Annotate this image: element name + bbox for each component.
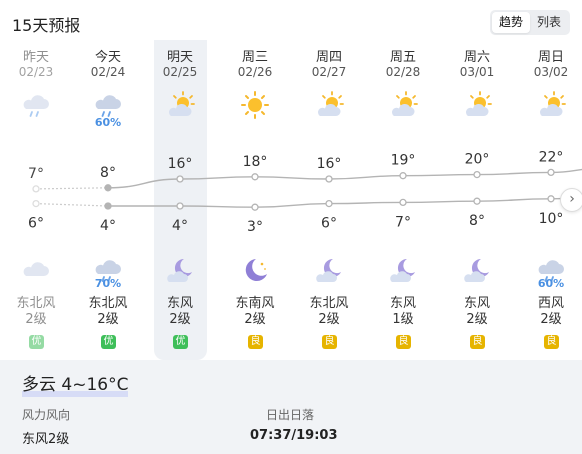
- past-low-line: [35, 203, 109, 207]
- past-high-line: [35, 187, 109, 190]
- sunrise-sunset-label: 日出日落: [266, 408, 315, 422]
- condition-summary: 多云 4~16°C: [22, 370, 129, 397]
- low-temp-label: 6°: [321, 216, 337, 232]
- high-temp-label: 16°: [168, 156, 193, 172]
- low-temp-label: 6°: [28, 216, 44, 232]
- high-temp-point: [399, 172, 407, 180]
- low-temp-label: 8°: [469, 213, 485, 229]
- low-temp-point: [32, 199, 40, 208]
- tab-trend[interactable]: 趋势: [492, 12, 530, 33]
- scroll-right-button[interactable]: ›: [560, 188, 582, 212]
- high-temp-point: [32, 185, 40, 193]
- low-temp-point: [104, 202, 112, 210]
- low-temp-point: [547, 195, 555, 203]
- low-temp-point: [399, 198, 407, 207]
- sunrise-sunset-value: 07:37/19:03: [250, 428, 338, 443]
- tab-list[interactable]: 列表: [530, 12, 568, 33]
- day-detail-panel: 多云 4~16°C 风力风向 东风2级 日出日落 07:37/19:03: [0, 360, 582, 454]
- high-temp-point: [547, 168, 555, 177]
- high-temp-label: 19°: [391, 153, 416, 169]
- high-temp-label: 16°: [317, 156, 342, 172]
- low-temp-label: 3°: [247, 219, 263, 235]
- wind-value: 东风2级: [22, 432, 70, 447]
- view-toggle: 趋势 列表: [490, 10, 570, 35]
- low-temp-label: 4°: [100, 218, 116, 234]
- high-temp-point: [473, 170, 481, 179]
- forecast-title: 15天预报: [12, 16, 81, 35]
- high-temp-point: [325, 175, 333, 183]
- high-temp-point: [104, 184, 112, 192]
- low-temp-point: [251, 203, 259, 211]
- low-temp-label: 7°: [395, 214, 411, 230]
- high-temp-point: [176, 175, 184, 183]
- low-temp-label: 4°: [172, 218, 188, 234]
- high-temp-label: 8°: [100, 165, 116, 181]
- low-temp-point: [176, 202, 184, 210]
- high-temp-label: 20°: [465, 152, 490, 168]
- low-temp-point: [325, 199, 333, 208]
- high-temp-label: 18°: [243, 154, 268, 170]
- low-temp-point: [473, 197, 481, 205]
- high-temp-label: 22°: [539, 149, 564, 165]
- temperature-trend-chart: 7° 6° 8° 4° 16° 4° 18° 3° 16° 6° 19° 7° 20° 8° 22° 10°: [28, 149, 582, 235]
- high-temp-label: 7°: [28, 166, 44, 182]
- wind-label: 风力风向: [22, 408, 71, 422]
- high-temp-point: [251, 173, 259, 181]
- low-temp-label: 10°: [539, 211, 564, 227]
- forecast-header: 15天预报 趋势 列表: [0, 0, 582, 40]
